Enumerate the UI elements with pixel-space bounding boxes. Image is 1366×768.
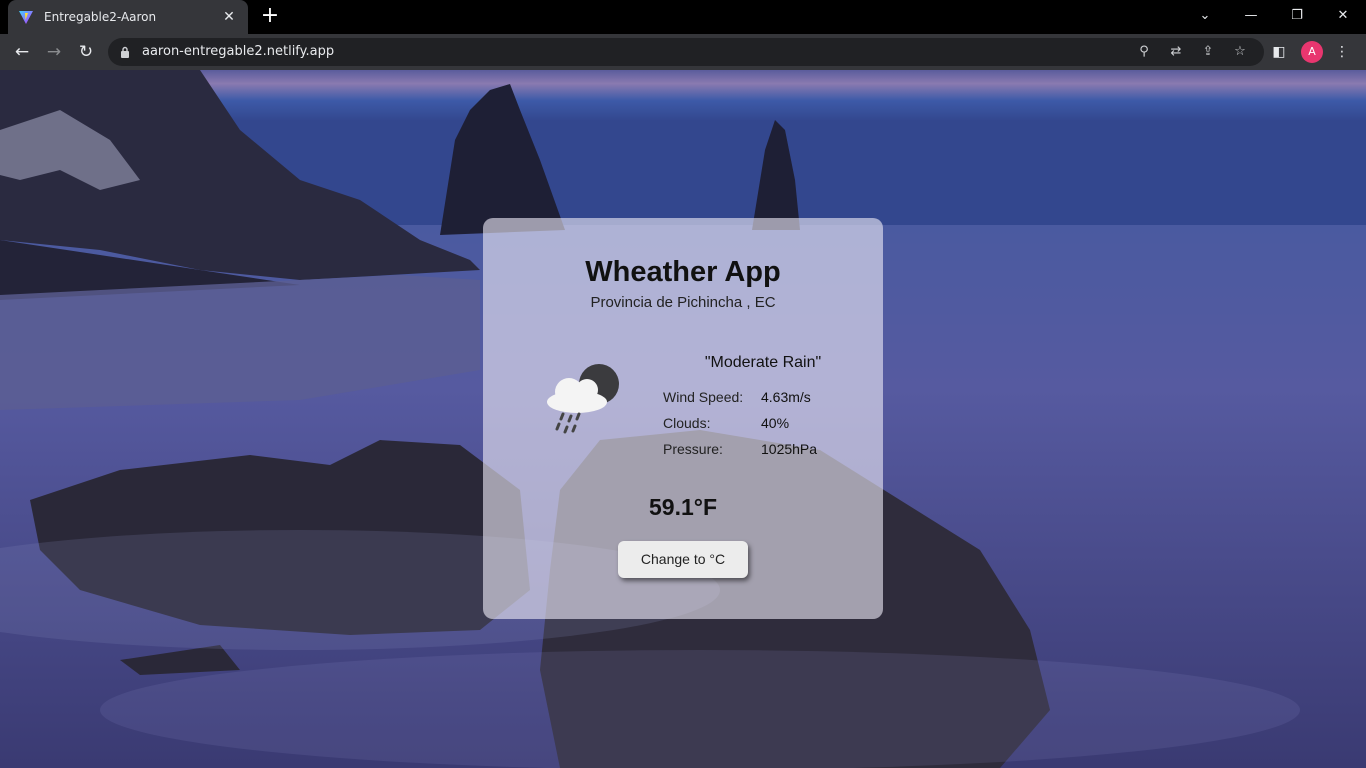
menu-kebab-icon[interactable]: ⋮: [1332, 42, 1352, 62]
new-tab-button[interactable]: +: [258, 5, 282, 29]
bookmark-star-icon[interactable]: ☆: [1232, 44, 1248, 60]
tab-search-icon[interactable]: ⌄: [1182, 0, 1228, 30]
stat-label: Clouds:: [663, 415, 711, 431]
page-title: Wheather App: [585, 256, 781, 288]
temperature-value: 59.1°F: [648, 494, 717, 520]
weather-description: "Moderate Rain": [704, 354, 822, 371]
wind-speed-row: Wind Speed: 4.63m/s: [663, 384, 863, 410]
weather-stats: Wind Speed: 4.63m/s Clouds: 40% Pressure…: [663, 384, 863, 462]
stat-label: Pressure:: [663, 441, 723, 457]
forward-icon[interactable]: →: [40, 38, 68, 66]
rain-cloud-night-icon: [547, 364, 619, 434]
side-panel-icon[interactable]: ◧: [1269, 42, 1289, 62]
window-close-icon[interactable]: ✕: [1320, 0, 1366, 30]
address-bar[interactable]: aaron-entregable2.netlify.app ⚲ ⇄ ⇪ ☆: [108, 38, 1264, 66]
profile-avatar[interactable]: A: [1301, 41, 1323, 63]
close-icon[interactable]: ✕: [220, 9, 238, 25]
tab-title: Entregable2-Aaron: [44, 10, 157, 24]
page-viewport: Wheather App Provincia de Pichincha , EC…: [0, 70, 1366, 768]
location-label: Provincia de Pichincha , EC: [590, 294, 776, 311]
weather-card: Wheather App Provincia de Pichincha , EC…: [483, 218, 883, 619]
stat-value: 1025hPa: [761, 441, 818, 457]
back-icon[interactable]: ←: [8, 38, 36, 66]
stat-value: 40%: [761, 415, 790, 431]
lock-icon[interactable]: [120, 46, 130, 58]
minimize-icon[interactable]: —: [1228, 0, 1274, 30]
share-icon[interactable]: ⇪: [1200, 44, 1216, 60]
browser-titlebar: Entregable2-Aaron ✕ + ⌄ — ❐ ✕: [0, 0, 1366, 34]
translate-icon[interactable]: ⇄: [1168, 44, 1184, 60]
reload-icon[interactable]: ↻: [72, 38, 100, 66]
location-pin-icon[interactable]: ⚲: [1136, 44, 1152, 60]
vite-logo-icon: [19, 11, 33, 24]
browser-toolbar: ← → ↻ aaron-entregable2.netlify.app ⚲ ⇄ …: [0, 34, 1366, 70]
pressure-row: Pressure: 1025hPa: [663, 436, 863, 462]
browser-tab[interactable]: Entregable2-Aaron ✕: [8, 0, 248, 34]
change-unit-button[interactable]: Change to °C: [618, 541, 748, 578]
clouds-row: Clouds: 40%: [663, 410, 863, 436]
stat-label: Wind Speed:: [663, 389, 744, 405]
restore-icon[interactable]: ❐: [1274, 0, 1320, 30]
stat-value: 4.63m/s: [761, 389, 811, 405]
url-text[interactable]: aaron-entregable2.netlify.app: [142, 44, 334, 59]
